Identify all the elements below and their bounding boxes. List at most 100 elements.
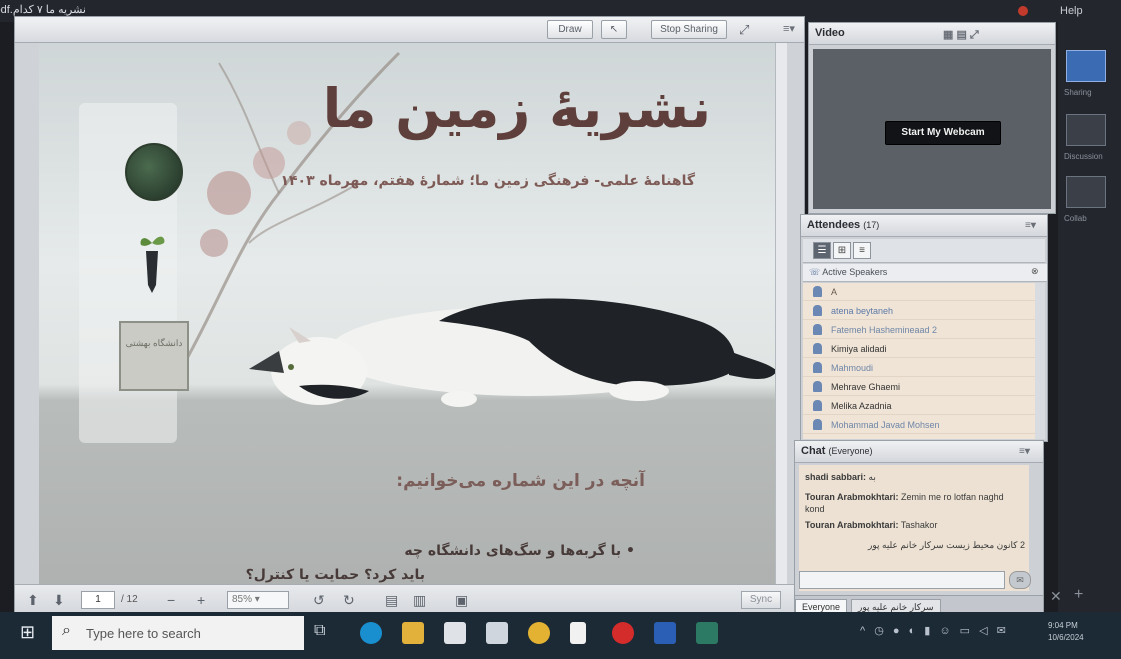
slide-subtitle: گاهنامهٔ علمی- فرهنگی زمین ما؛ شمارهٔ هف… <box>280 173 695 189</box>
chat-scope: (Everyone) <box>828 446 873 456</box>
layout-discussion[interactable] <box>1066 114 1106 146</box>
stop-sharing-button[interactable]: Stop Sharing <box>651 20 727 39</box>
cat-photo <box>249 298 775 407</box>
system-tray[interactable]: ^ ◷ ● ◐ ▮ ☺ ▭ ◁ ✉ <box>860 624 1009 637</box>
vertical-scrollbar[interactable] <box>775 43 787 593</box>
chat-sender: Touran Arabmokhtari: <box>805 520 899 530</box>
grid-view-icon[interactable]: ⊞ <box>833 242 851 259</box>
chat-sender: Touran Arabmokhtari: <box>805 492 899 502</box>
help-menu[interactable]: Help <box>1060 5 1083 17</box>
person-icon <box>813 400 822 411</box>
recording-indicator-icon <box>1018 6 1028 16</box>
send-icon: ✉ <box>1016 575 1024 585</box>
page-number-input[interactable]: 1 <box>81 591 115 609</box>
rotate-right-icon[interactable]: ↻ <box>343 592 355 609</box>
save-document-icon[interactable]: ▣ <box>455 592 468 609</box>
person-icon <box>813 324 822 335</box>
store-icon[interactable] <box>486 622 508 644</box>
share-pod-header: Draw ↖ Stop Sharing ⤢ ≡▾ <box>15 17 804 43</box>
windows-taskbar: ⊞ ⌕ Type here to search ⧉ ^ ◷ ● ◐ ▮ ☺ ▭ … <box>0 612 1121 659</box>
university-seal-logo: دانشگاه بهشتی <box>119 321 189 391</box>
single-page-icon[interactable]: ▤ <box>385 592 398 609</box>
attendee-row[interactable]: Mohammad Javad Mohsen <box>803 416 1035 434</box>
zoom-select[interactable]: 85% ▾ <box>227 591 289 609</box>
chat-sender: shadi sabbari: <box>805 472 867 482</box>
chat-message: shadi sabbari: به <box>805 471 1025 483</box>
attendee-row[interactable]: Melika Azadnia <box>803 397 1035 415</box>
chat-text: به <box>868 472 876 482</box>
chrome-icon[interactable] <box>528 622 550 644</box>
next-page-icon[interactable]: ⬇ <box>53 592 65 609</box>
section-heading: آنچه در این شماره می‌خوانیم: <box>396 471 645 491</box>
attendee-name: Melika Azadnia <box>831 401 892 411</box>
taskbar-clock[interactable]: 9:04 PM 10/6/2024 <box>1048 620 1084 644</box>
active-speakers-label: Active Speakers <box>822 267 888 277</box>
file-explorer-icon[interactable] <box>402 622 424 644</box>
notepad-icon[interactable] <box>570 622 586 644</box>
chat-menu-icon[interactable]: ≡▾ <box>1019 446 1030 457</box>
taskbar-search[interactable]: ⌕ Type here to search <box>52 616 304 650</box>
document-title: pdf.نشریه ما ۷ کدام <box>0 4 86 16</box>
clock-time: 9:04 PM <box>1048 621 1078 630</box>
prev-page-icon[interactable]: ⬆ <box>27 592 39 609</box>
windows-start-icon[interactable]: ⊞ <box>20 622 35 643</box>
edge-browser-icon[interactable] <box>360 622 382 644</box>
attendee-scrollbar[interactable] <box>1035 283 1045 439</box>
chat-message: 2 کانون محیط زیست سرکار خانم علیه پور <box>805 539 1025 551</box>
tools-icon[interactable]: ✕ <box>1050 588 1062 605</box>
person-icon <box>813 362 822 373</box>
pod-menu-icon[interactable]: ≡▾ <box>783 22 795 35</box>
shared-slide: دانشگاه بهشتی نشریهٔ زمین ما گاهنامهٔ عل… <box>39 43 775 593</box>
zoom-value: 85% <box>232 594 253 605</box>
attendees-menu-icon[interactable]: ≡▾ <box>1025 220 1036 231</box>
draw-button[interactable]: Draw <box>547 20 593 39</box>
share-pod: Draw ↖ Stop Sharing ⤢ ≡▾ دانشگاه بهشتی ن… <box>14 16 805 616</box>
close-active-speakers-icon[interactable]: ⊗ <box>1031 266 1039 277</box>
chat-title: Chat <box>801 445 826 457</box>
chat-message: Touran Arabmokhtari: Zemin me ro lotfan … <box>805 491 1025 515</box>
chat-input[interactable] <box>799 571 1005 589</box>
attendee-row[interactable]: Kimiya alidadi <box>803 340 1035 358</box>
speaker-icon: ☏ <box>809 267 821 277</box>
fullscreen-icon[interactable]: ⤢ <box>739 22 749 38</box>
slide-title: نشریهٔ زمین ما <box>322 77 711 140</box>
chat-pod: Chat (Everyone) ≡▾ shadi sabbari: به Tour… <box>794 440 1044 618</box>
attendee-name: Mahmoudi <box>831 363 874 373</box>
zoom-in-icon[interactable]: + <box>197 592 205 608</box>
share-toolbar: ⬆ ⬇ 1 / 12 − + 85% ▾ ↺ ↻ ▤ ▥ ▣ Sync <box>15 584 804 615</box>
word-icon[interactable] <box>654 622 676 644</box>
chat-send-button[interactable]: ✉ <box>1009 571 1031 589</box>
attendees-pod-header: Attendees (17) ≡▾ <box>801 215 1047 237</box>
role-view-icon[interactable]: ≡ <box>853 242 871 259</box>
task-view-icon[interactable]: ⧉ <box>314 622 336 644</box>
active-speakers-row[interactable]: ☏ Active Speakers ⊗ <box>803 264 1047 282</box>
layout-discussion-label: Discussion <box>1064 152 1103 161</box>
sync-button[interactable]: Sync <box>741 591 781 609</box>
chat-text: 2 کانون محیط زیست سرکار خانم علیه پور <box>868 540 1025 550</box>
layout-collab[interactable] <box>1066 176 1106 208</box>
opera-icon[interactable] <box>612 622 634 644</box>
pointer-button[interactable]: ↖ <box>601 20 627 39</box>
person-icon <box>813 343 822 354</box>
attendee-row[interactable]: Mehrave Ghaemi <box>803 378 1035 396</box>
start-webcam-button[interactable]: Start My Webcam <box>885 121 1001 145</box>
add-layout-icon[interactable]: + <box>1074 586 1083 604</box>
video-pod-header: Video ▦ ▤ ⤢ <box>809 23 1055 45</box>
adobe-connect-icon[interactable] <box>696 622 718 644</box>
layout-sharing[interactable] <box>1066 50 1106 82</box>
person-icon <box>813 286 822 297</box>
fit-page-icon[interactable]: ▥ <box>413 592 426 609</box>
attendee-row[interactable]: Fatemeh Hashemineaad 2 <box>803 321 1035 339</box>
clock-date: 10/6/2024 <box>1048 633 1084 642</box>
mail-icon[interactable] <box>444 622 466 644</box>
layouts-rail: Sharing Discussion Collab <box>1058 22 1121 612</box>
list-view-icon[interactable]: ☰ <box>813 242 831 259</box>
attendee-row[interactable]: Mahmoudi <box>803 359 1035 377</box>
attendee-row[interactable]: A <box>803 283 1035 301</box>
layout-collab-label: Collab <box>1064 214 1087 223</box>
rotate-left-icon[interactable]: ↺ <box>313 592 325 609</box>
video-pod: Video ▦ ▤ ⤢ Start My Webcam <box>808 22 1056 214</box>
zoom-out-icon[interactable]: − <box>167 592 175 608</box>
video-layout-icon[interactable]: ▦ ▤ ⤢ <box>943 28 979 42</box>
attendee-row[interactable]: atena beytaneh <box>803 302 1035 320</box>
